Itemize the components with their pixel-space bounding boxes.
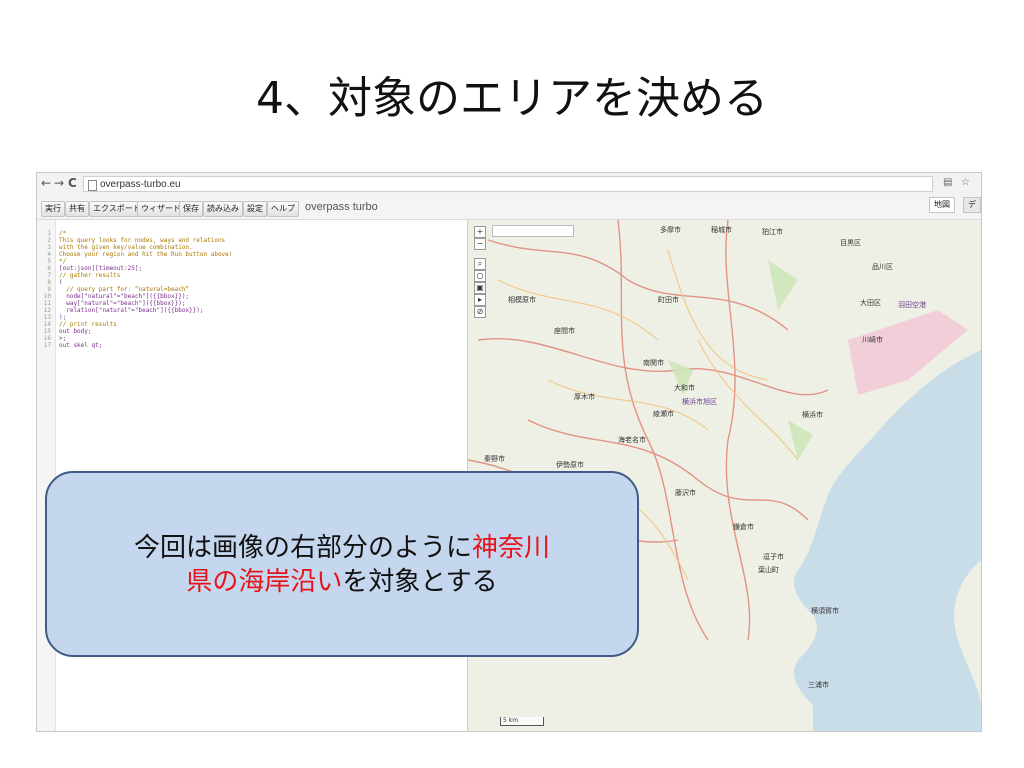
- map-label: 座間市: [554, 327, 575, 335]
- callout-box: 今回は画像の右部分のように神奈川 県の海岸沿いを対象とする: [45, 471, 639, 657]
- map-label: 綾瀬市: [653, 410, 674, 418]
- callout-text: 今回は画像の右部分のように神奈川 県の海岸沿いを対象とする: [47, 531, 637, 599]
- boso-peninsula: [954, 560, 981, 710]
- search-location-icon[interactable]: ⌕: [474, 258, 486, 270]
- settings-button[interactable]: 設定: [243, 201, 267, 217]
- map-label: 相模原市: [508, 296, 536, 304]
- address-bar[interactable]: overpass-turbo.eu: [83, 176, 933, 192]
- zoom-out-button[interactable]: −: [474, 238, 486, 250]
- map-scale: 5 km: [500, 717, 544, 726]
- hide-data-icon[interactable]: ⊘: [474, 306, 486, 318]
- map-label: 町田市: [658, 296, 679, 304]
- map-label: 葉山町: [758, 566, 779, 574]
- forward-icon[interactable]: →: [54, 176, 64, 190]
- locate-icon[interactable]: ○: [474, 270, 486, 282]
- translate-icon[interactable]: ▤: [943, 177, 955, 189]
- map-label: 横須賀市: [811, 607, 839, 615]
- share-button[interactable]: 共有: [65, 201, 89, 217]
- map-label: 大田区: [860, 299, 881, 307]
- map-search-input[interactable]: [492, 225, 574, 237]
- map-label: 厚木市: [574, 393, 595, 401]
- browser-chrome: ← → C overpass-turbo.eu ▤ ☆: [37, 173, 981, 198]
- reload-icon[interactable]: C: [68, 176, 77, 190]
- map-label: 横浜市旭区: [682, 398, 717, 406]
- map-label: 羽田空港: [898, 301, 926, 309]
- back-icon[interactable]: ←: [41, 176, 51, 190]
- callout-text-normal: を対象とする: [342, 567, 498, 597]
- wizard-button[interactable]: ウィザード: [137, 201, 185, 217]
- overpass-toolbar: 実行 共有 エクスポート ウィザード 保存 読み込み 設定 ヘルプ overpa…: [37, 197, 981, 220]
- map-label: 川崎市: [862, 336, 883, 344]
- help-button[interactable]: ヘルプ: [267, 201, 299, 217]
- save-button[interactable]: 保存: [179, 201, 203, 217]
- tab-data[interactable]: デ: [963, 197, 981, 213]
- zoom-to-data-icon[interactable]: ▸: [474, 294, 486, 306]
- map-label: 横浜市: [802, 411, 823, 419]
- map-label: 稲城市: [711, 226, 732, 234]
- menu-icon[interactable]: ☆: [961, 177, 973, 189]
- map-label: 三浦市: [808, 681, 829, 689]
- zoom-in-button[interactable]: +: [474, 226, 486, 238]
- map-label: 海老名市: [618, 436, 646, 444]
- map-label: 藤沢市: [675, 489, 696, 497]
- map-label: 多摩市: [660, 226, 681, 234]
- map-label: 目黒区: [840, 239, 861, 247]
- map-label: 品川区: [872, 263, 893, 271]
- callout-text-highlight: 県の海岸沿い: [186, 567, 343, 597]
- slide-title: 4、対象のエリアを決める: [256, 73, 768, 124]
- map-label: 狛江市: [762, 228, 783, 236]
- url-text: overpass-turbo.eu: [100, 179, 181, 190]
- map-label: 大和市: [674, 384, 695, 392]
- tab-map[interactable]: 地図: [929, 197, 955, 213]
- page-icon: [88, 180, 97, 191]
- map-label: 逗子市: [763, 553, 784, 561]
- callout-text-highlight: 神奈川: [472, 533, 551, 563]
- fullscreen-icon[interactable]: ▣: [474, 282, 486, 294]
- overpass-turbo-logo: overpass turbo: [305, 201, 378, 213]
- map-label: 鎌倉市: [733, 523, 754, 531]
- map-label: 伊勢原市: [556, 461, 584, 469]
- map-label: 南関市: [643, 359, 664, 367]
- callout-text-normal: 今回は画像の右部分のように: [133, 533, 472, 563]
- map-label: 秦野市: [484, 455, 505, 463]
- run-button[interactable]: 実行: [41, 201, 65, 217]
- load-button[interactable]: 読み込み: [203, 201, 243, 217]
